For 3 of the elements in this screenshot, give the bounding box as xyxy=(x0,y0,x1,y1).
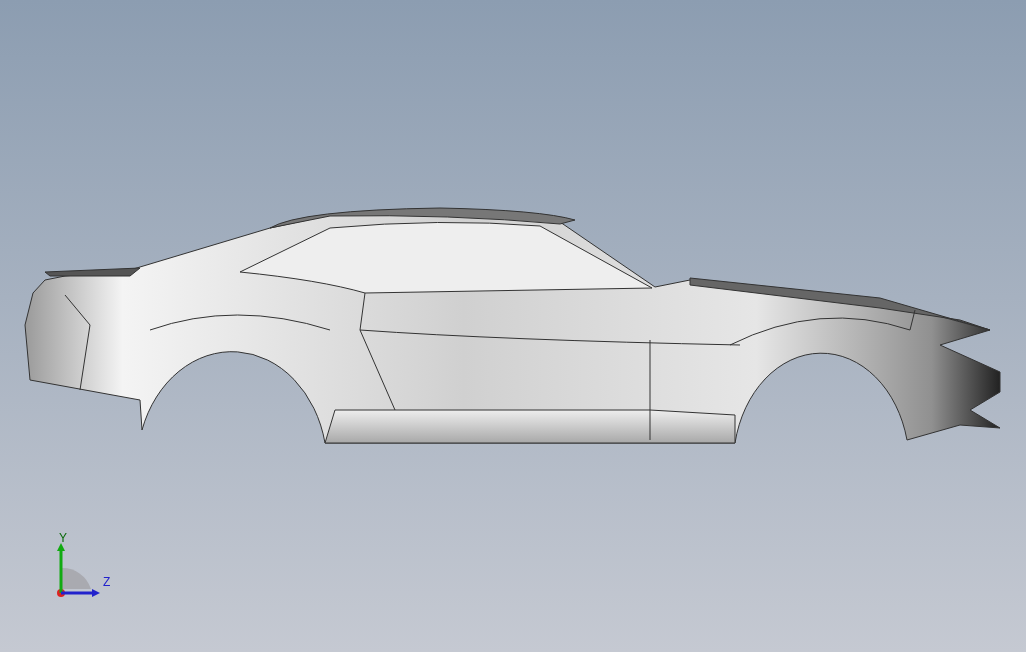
axis-triad-icon xyxy=(57,543,100,597)
axis-label: Y xyxy=(59,532,67,544)
axis-label: Z xyxy=(103,576,111,588)
